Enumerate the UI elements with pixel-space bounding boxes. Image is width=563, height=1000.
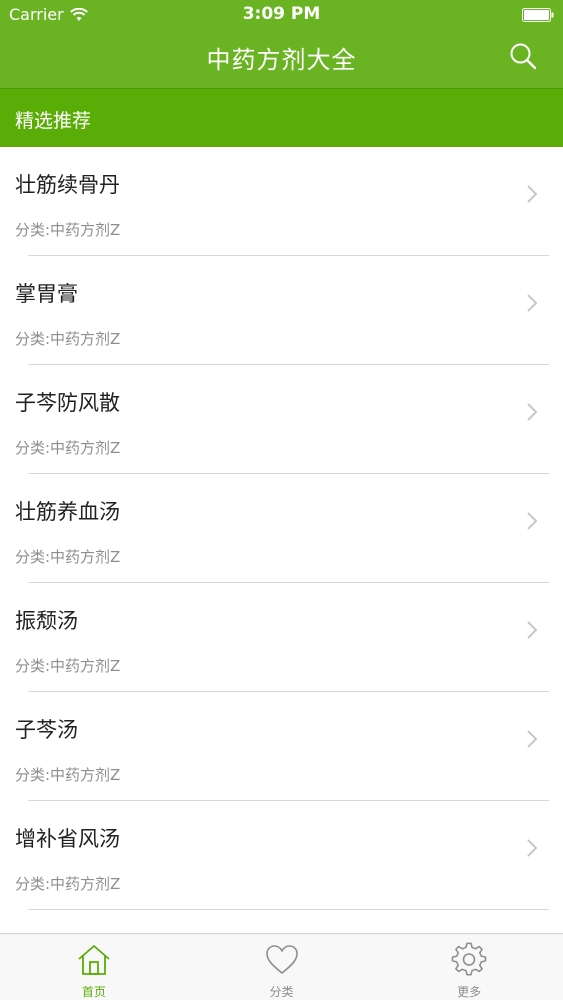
item-title: 振颓汤 <box>15 609 78 633</box>
list-item[interactable]: 增补省风汤 分类:中药方剂Z <box>0 801 563 910</box>
item-category: 分类:中药方剂Z <box>15 875 121 893</box>
search-icon <box>510 43 537 70</box>
item-title: 掌胃膏 <box>15 282 78 306</box>
list-item[interactable]: 子芩防风散 分类:中药方剂Z <box>0 365 563 474</box>
app-screen: Carrier 3:09 PM 中药方剂大全 精选推荐 壮筋续骨丹 分类:中药方… <box>0 0 563 1000</box>
section-title: 精选推荐 <box>15 110 92 132</box>
tab-label: 分类 <box>269 985 294 999</box>
heart-icon <box>265 945 298 974</box>
item-category: 分类:中药方剂Z <box>15 548 121 566</box>
search-button[interactable] <box>507 40 539 72</box>
tab-home[interactable]: 首页 <box>0 934 188 1000</box>
item-category: 分类:中药方剂Z <box>15 330 121 348</box>
item-title: 子芩防风散 <box>15 391 120 415</box>
list-item[interactable]: 掌胃膏 分类:中药方剂Z <box>0 256 563 365</box>
section-header: 精选推荐 <box>0 88 563 147</box>
tab-label: 首页 <box>81 985 106 999</box>
list-item[interactable]: 子芩汤 分类:中药方剂Z <box>0 692 563 801</box>
item-category: 分类:中药方剂Z <box>15 221 121 239</box>
status-time: 3:09 PM <box>242 4 321 24</box>
tab-bar: 首页 分类 更多 <box>0 933 563 1000</box>
tab-more[interactable]: 更多 <box>375 934 563 1000</box>
gear-icon <box>451 942 487 976</box>
item-title: 子芩汤 <box>15 718 78 742</box>
chevron-right-icon <box>527 185 538 203</box>
status-bar: Carrier 3:09 PM <box>0 0 563 30</box>
list-item[interactable]: 振颓汤 分类:中药方剂Z <box>0 583 563 692</box>
list-item[interactable]: 壮筋续骨丹 分类:中药方剂Z <box>0 147 563 256</box>
tab-category[interactable]: 分类 <box>188 934 376 1000</box>
chevron-right-icon <box>527 512 538 530</box>
list-item[interactable]: 壮筋养血汤 分类:中药方剂Z <box>0 474 563 583</box>
item-category: 分类:中药方剂Z <box>15 439 121 457</box>
navigation-bar: Carrier 3:09 PM 中药方剂大全 <box>0 0 563 88</box>
chevron-right-icon <box>527 730 538 748</box>
item-title: 壮筋续骨丹 <box>15 173 120 197</box>
item-category: 分类:中药方剂Z <box>15 657 121 675</box>
page-title: 中药方剂大全 <box>206 46 357 74</box>
chevron-right-icon <box>527 403 538 421</box>
chevron-right-icon <box>527 294 538 312</box>
tab-label: 更多 <box>457 985 482 999</box>
home-icon <box>78 945 110 975</box>
recipe-list: 壮筋续骨丹 分类:中药方剂Z 掌胃膏 分类:中药方剂Z 子芩防风散 分类:中药方… <box>0 147 563 910</box>
item-category: 分类:中药方剂Z <box>15 766 121 784</box>
item-title: 壮筋养血汤 <box>15 500 120 524</box>
chevron-right-icon <box>527 621 538 639</box>
item-title: 增补省风汤 <box>15 827 120 851</box>
row-divider <box>28 909 549 910</box>
battery-icon <box>522 8 554 22</box>
chevron-right-icon <box>527 839 538 857</box>
